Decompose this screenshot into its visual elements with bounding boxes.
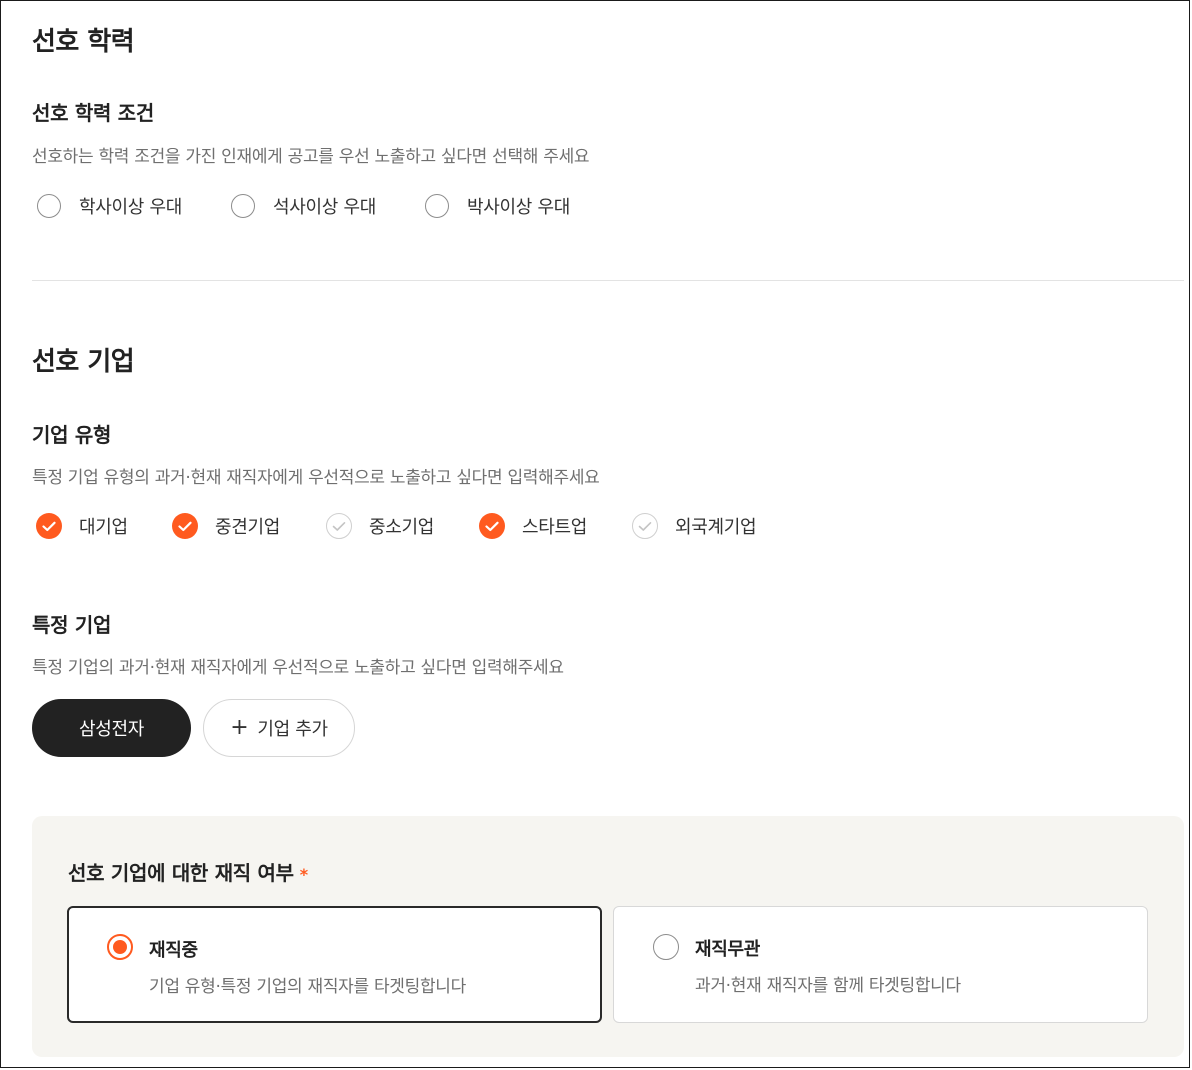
education-option-label: 박사이상 우대 [467,197,570,218]
company-chip-label: 삼성전자 [78,719,145,740]
company-section-title: 선호 기업 [32,347,135,377]
employment-option-desc: 과거·현재 재직자를 함께 타겟팅합니다 [695,976,961,996]
education-condition-desc: 선호하는 학력 조건을 가진 인재에게 공고를 우선 노출하고 싶다면 선택해 … [32,147,590,167]
employment-option-any[interactable]: 재직무관 과거·현재 재직자를 함께 타겟팅합니다 [613,906,1148,1023]
employment-option-desc: 기업 유형·특정 기업의 재직자를 타겟팅합니다 [149,977,466,997]
check-icon[interactable] [326,513,352,539]
form-frame: 선호 학력 선호 학력 조건 선호하는 학력 조건을 가진 인재에게 공고를 우… [0,0,1190,1068]
education-option-label: 석사이상 우대 [273,197,376,218]
education-option-doctorate[interactable]: 박사이상 우대 [425,193,570,219]
employment-option-current[interactable]: 재직중 기업 유형·특정 기업의 재직자를 타겟팅합니다 [67,906,602,1023]
radio-selected-icon[interactable] [107,934,133,960]
employment-title-text: 선호 기업에 대한 재직 여부 [68,861,294,885]
check-icon[interactable] [632,513,658,539]
section-divider [32,280,1184,281]
company-type-desc: 특정 기업 유형의 과거·현재 재직자에게 우선적으로 노출하고 싶다면 입력해… [32,468,600,488]
company-type-label: 외국계기업 [675,517,757,538]
add-company-label: 기업 추가 [257,719,328,740]
radio-circle[interactable] [37,194,61,218]
company-type-label: 대기업 [79,517,128,538]
specific-company-desc: 특정 기업의 과거·현재 재직자에게 우선적으로 노출하고 싶다면 입력해주세요 [32,658,564,678]
education-section-title: 선호 학력 [32,27,135,57]
company-type-small[interactable]: 중소기업 [326,513,434,539]
required-mark: * [299,865,308,884]
plus-icon: + [230,715,249,740]
radio-circle[interactable] [231,194,255,218]
radio-circle[interactable] [425,194,449,218]
check-icon[interactable] [172,513,198,539]
company-type-title: 기업 유형 [32,423,112,447]
education-condition-title: 선호 학력 조건 [32,101,154,125]
company-chip[interactable]: 삼성전자 [32,699,191,757]
education-option-label: 학사이상 우대 [79,197,182,218]
employment-title: 선호 기업에 대한 재직 여부 * [68,857,308,886]
add-company-button[interactable]: + 기업 추가 [203,699,355,757]
education-option-master[interactable]: 석사이상 우대 [231,193,376,219]
education-option-bachelor[interactable]: 학사이상 우대 [37,193,182,219]
company-type-midsize[interactable]: 중견기업 [172,513,280,539]
radio-empty-icon[interactable] [653,934,679,960]
employment-option-title: 재직중 [149,940,198,961]
company-type-label: 중소기업 [369,517,435,538]
company-type-large[interactable]: 대기업 [36,513,128,539]
company-type-label: 중견기업 [215,517,281,538]
specific-company-title: 특정 기업 [32,613,112,637]
check-icon[interactable] [36,513,62,539]
company-type-startup[interactable]: 스타트업 [479,513,587,539]
company-type-label: 스타트업 [522,517,588,538]
employment-option-title: 재직무관 [695,939,761,960]
check-icon[interactable] [479,513,505,539]
company-type-foreign[interactable]: 외국계기업 [632,513,757,539]
